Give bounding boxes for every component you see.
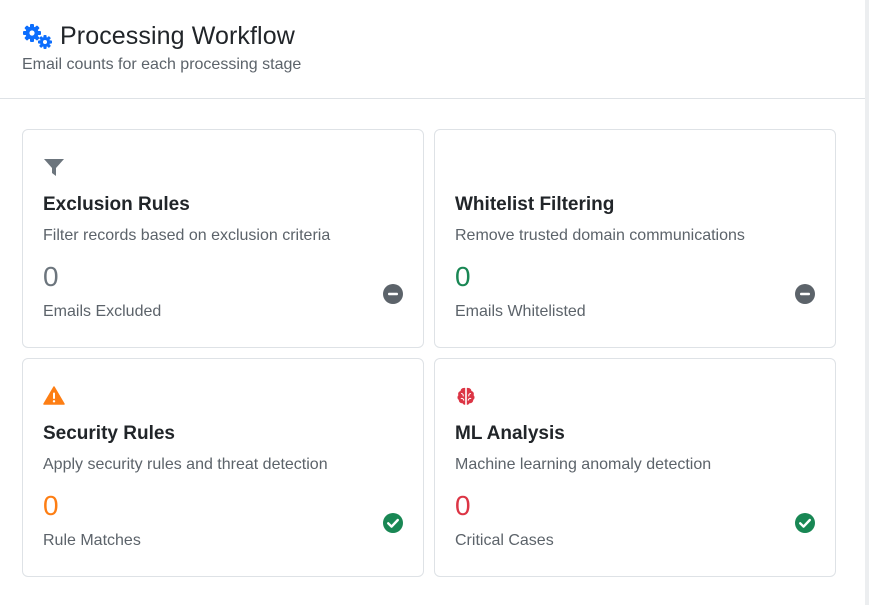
card-count: 0 — [43, 261, 59, 292]
card-count: 0 — [43, 490, 59, 521]
card-exclusion-rules: Exclusion Rules Filter records based on … — [22, 129, 424, 348]
check-circle-icon — [795, 513, 815, 533]
card-count-label: Emails Whitelisted — [455, 303, 586, 320]
page-header: Processing Workflow Email counts for eac… — [0, 0, 865, 99]
warning-triangle-icon — [43, 386, 65, 405]
minus-circle-icon — [795, 284, 815, 304]
card-ml-analysis: ML Analysis Machine learning anomaly det… — [434, 358, 836, 577]
filter-icon — [44, 159, 64, 176]
card-count-label: Rule Matches — [43, 532, 141, 549]
card-title: Security Rules — [43, 423, 175, 444]
card-count: 0 — [455, 261, 471, 292]
check-circle-icon — [383, 513, 403, 533]
card-whitelist-filtering: Whitelist Filtering Remove trusted domai… — [434, 129, 836, 348]
card-count-label: Emails Excluded — [43, 303, 162, 320]
card-description: Remove trusted domain communications — [455, 227, 745, 244]
card-description: Machine learning anomaly detection — [455, 456, 712, 473]
title-row: Processing Workflow — [22, 22, 295, 51]
card-security-rules: Security Rules Apply security rules and … — [22, 358, 424, 577]
card-count: 0 — [455, 490, 471, 521]
card-title: ML Analysis — [455, 423, 565, 444]
scrollbar-track — [865, 0, 869, 605]
brain-icon — [457, 387, 475, 405]
card-title: Exclusion Rules — [43, 194, 190, 215]
card-title: Whitelist Filtering — [455, 194, 615, 215]
card-description: Apply security rules and threat detectio… — [43, 456, 328, 473]
card-count-label: Critical Cases — [455, 532, 554, 549]
minus-circle-icon — [383, 284, 403, 304]
page-subtitle: Email counts for each processing stage — [22, 56, 302, 73]
gears-icon — [23, 23, 52, 49]
card-description: Filter records based on exclusion criter… — [43, 227, 331, 244]
page-title: Processing Workflow — [60, 22, 295, 50]
